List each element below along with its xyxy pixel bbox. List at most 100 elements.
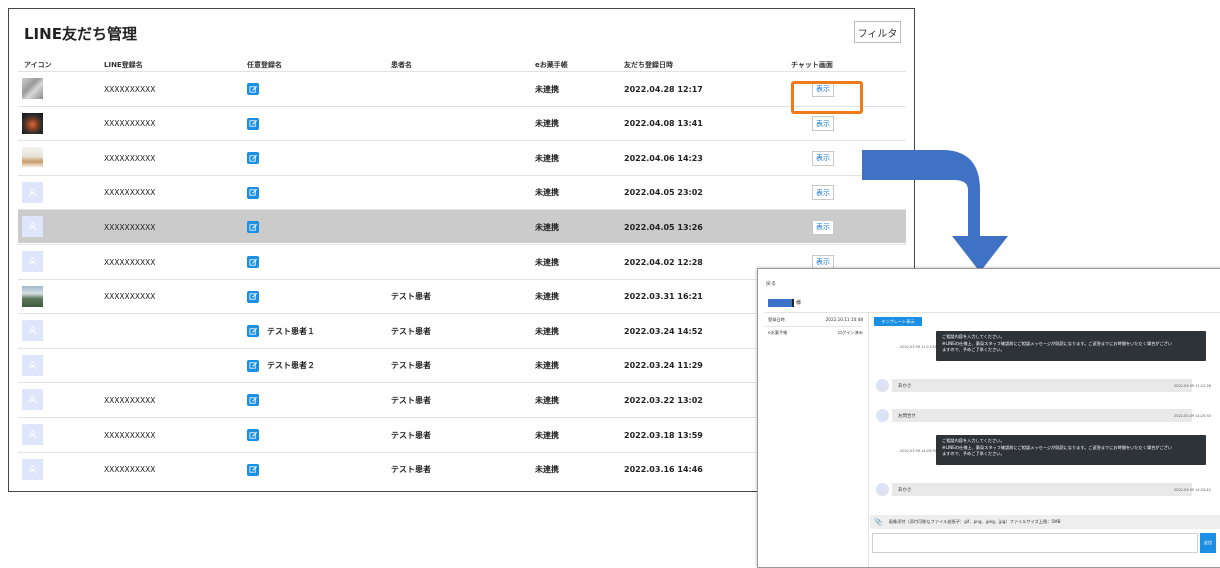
custom-name-text: テスト患者１ xyxy=(267,326,315,336)
line-name-cell: XXXXXXXXXX xyxy=(104,153,156,163)
patient-name-cell: テスト患者 xyxy=(391,326,431,336)
line-name-cell: XXXXXXXXXX xyxy=(104,84,156,94)
column-header-icon: アイコン xyxy=(24,61,52,69)
line-name-cell: XXXXXXXXXX xyxy=(104,257,156,267)
table-row: XXXXXXXXXX 未連携 2022.04.28 12:17 表示 xyxy=(18,71,906,105)
avatar xyxy=(22,147,43,169)
message-input[interactable] xyxy=(872,533,1198,553)
avatar xyxy=(22,78,43,99)
message-timestamp: 2022.03.09 11:11:52 xyxy=(900,345,937,349)
user-avatar xyxy=(876,483,889,496)
chat-window: 戻る 様 登録日時 2022.10.11 10:48 eお薬手帳 ログイン済み … xyxy=(757,268,1220,568)
custom-name-cell: テスト患者１ xyxy=(247,314,315,348)
custom-name-text: テスト患者２ xyxy=(267,361,315,371)
e-okusuri-status-cell: 未連携 xyxy=(535,430,559,440)
registered-at-cell: 2022.03.16 14:46 xyxy=(624,465,703,475)
name-separator xyxy=(792,299,794,307)
e-okusuri-status-cell: 未連携 xyxy=(535,257,559,267)
line-name-cell: XXXXXXXXXX xyxy=(104,430,156,440)
edit-icon[interactable] xyxy=(247,186,259,199)
patient-name-cell: テスト患者 xyxy=(391,395,431,405)
column-header-line-name: LINE登録名 xyxy=(104,61,143,69)
message-timestamp: 2022.03.09 14:25:42 xyxy=(1174,488,1211,492)
edit-icon[interactable] xyxy=(247,256,259,268)
edit-icon[interactable] xyxy=(247,394,259,407)
chat-cell: 表示 xyxy=(812,176,834,210)
user-message-bubble: あかさ xyxy=(892,483,1192,496)
show-chat-button[interactable]: 表示 xyxy=(812,116,834,132)
filter-button[interactable]: フィルタ xyxy=(854,21,901,43)
paperclip-icon[interactable]: 📎 xyxy=(874,518,883,526)
e-okusuri-status-cell: 未連携 xyxy=(535,153,559,163)
edit-icon[interactable] xyxy=(247,325,259,338)
user-avatar xyxy=(876,409,889,422)
registered-at-cell: 2022.03.31 16:21 xyxy=(624,292,703,302)
registered-at-cell: 2022.03.22 13:02 xyxy=(624,395,703,405)
patient-name-redacted xyxy=(768,299,792,307)
registered-at-cell: 2022.04.02 12:28 xyxy=(624,257,703,267)
avatar xyxy=(22,181,43,203)
table-row: XXXXXXXXXX 未連携 2022.04.05 13:26 表示 xyxy=(18,209,906,244)
patient-name-cell: テスト患者 xyxy=(391,292,431,302)
template-button[interactable]: テンプレート表示 xyxy=(874,317,922,326)
avatar xyxy=(22,112,43,134)
e-okusuri-status-cell: 未連携 xyxy=(535,188,559,198)
custom-name-cell xyxy=(247,107,267,141)
page-title: LINE友だち管理 xyxy=(24,25,137,43)
registered-at-cell: 2022.04.06 14:23 xyxy=(624,153,703,163)
avatar xyxy=(22,216,43,238)
info-label-e-okusuri: eお薬手帳 xyxy=(768,330,788,335)
custom-name-cell xyxy=(247,72,267,106)
edit-icon[interactable] xyxy=(247,463,259,476)
custom-name-cell xyxy=(247,453,267,487)
e-okusuri-status-cell: 未連携 xyxy=(535,119,559,129)
custom-name-cell: テスト患者２ xyxy=(247,349,315,383)
show-chat-button[interactable]: 表示 xyxy=(812,185,834,201)
registered-at-cell: 2022.03.24 14:52 xyxy=(624,326,703,336)
custom-name-cell xyxy=(247,280,267,314)
send-button[interactable]: 送信 xyxy=(1200,533,1216,553)
user-avatar xyxy=(876,379,889,392)
info-value-registered: 2022.10.11 10:48 xyxy=(825,317,863,322)
curved-arrow-icon xyxy=(862,150,1008,272)
edit-icon[interactable] xyxy=(247,290,259,303)
custom-name-cell xyxy=(247,210,267,244)
custom-name-cell xyxy=(247,176,267,210)
info-divider xyxy=(764,326,862,327)
edit-icon[interactable] xyxy=(247,429,259,441)
avatar xyxy=(22,354,43,376)
table-row: XXXXXXXXXX 未連携 2022.04.05 23:02 表示 xyxy=(18,174,906,210)
custom-name-cell xyxy=(247,418,267,452)
user-message-bubble: あかさ xyxy=(892,379,1192,392)
show-chat-button[interactable]: 表示 xyxy=(812,150,834,166)
custom-name-cell xyxy=(247,383,267,417)
attach-image-row[interactable]: 📎 画像添付（添付可能なファイル拡張子：gif、png、jpeg、jpg）ファイ… xyxy=(870,515,1220,529)
message-timestamp: 2022.03.09 11:12:36 xyxy=(1174,384,1211,388)
e-okusuri-status-cell: 未連携 xyxy=(535,465,559,475)
edit-icon[interactable] xyxy=(247,83,259,95)
line-name-cell: XXXXXXXXXX xyxy=(104,292,156,302)
custom-name-cell xyxy=(247,141,267,175)
e-okusuri-status-cell: 未連携 xyxy=(535,222,559,232)
info-value-e-okusuri: ログイン済み xyxy=(837,330,863,335)
edit-icon[interactable] xyxy=(247,221,259,234)
edit-icon[interactable] xyxy=(247,117,259,130)
back-link[interactable]: 戻る xyxy=(766,280,776,287)
edit-icon[interactable] xyxy=(247,359,259,372)
show-chat-button[interactable]: 表示 xyxy=(812,219,834,235)
bot-message-line: ますので、予めご了承ください。 xyxy=(942,451,1005,456)
edit-icon[interactable] xyxy=(247,152,259,165)
info-sidebar xyxy=(764,313,869,567)
column-header-e-okusuri: eお薬手帳 xyxy=(535,61,568,69)
e-okusuri-status-cell: 未連携 xyxy=(535,361,559,371)
message-timestamp: 2022.03.09 14:25:30 xyxy=(900,449,937,453)
avatar xyxy=(22,285,43,307)
avatar xyxy=(22,424,43,445)
column-header-registered-at: 友だち登録日時 xyxy=(624,61,673,69)
patient-name-cell: テスト患者 xyxy=(391,361,431,371)
line-name-cell: XXXXXXXXXX xyxy=(104,395,156,405)
attach-instructions: 画像添付（添付可能なファイル拡張子：gif、png、jpeg、jpg）ファイルサ… xyxy=(888,519,1061,524)
bot-message-bubble: ご相談内容を入力してください。 ※LINEの仕様上、薬局スタッフ確認前にご相談メッ… xyxy=(936,331,1206,361)
custom-name-cell xyxy=(247,245,267,279)
registered-at-cell: 2022.04.05 23:02 xyxy=(624,188,703,198)
